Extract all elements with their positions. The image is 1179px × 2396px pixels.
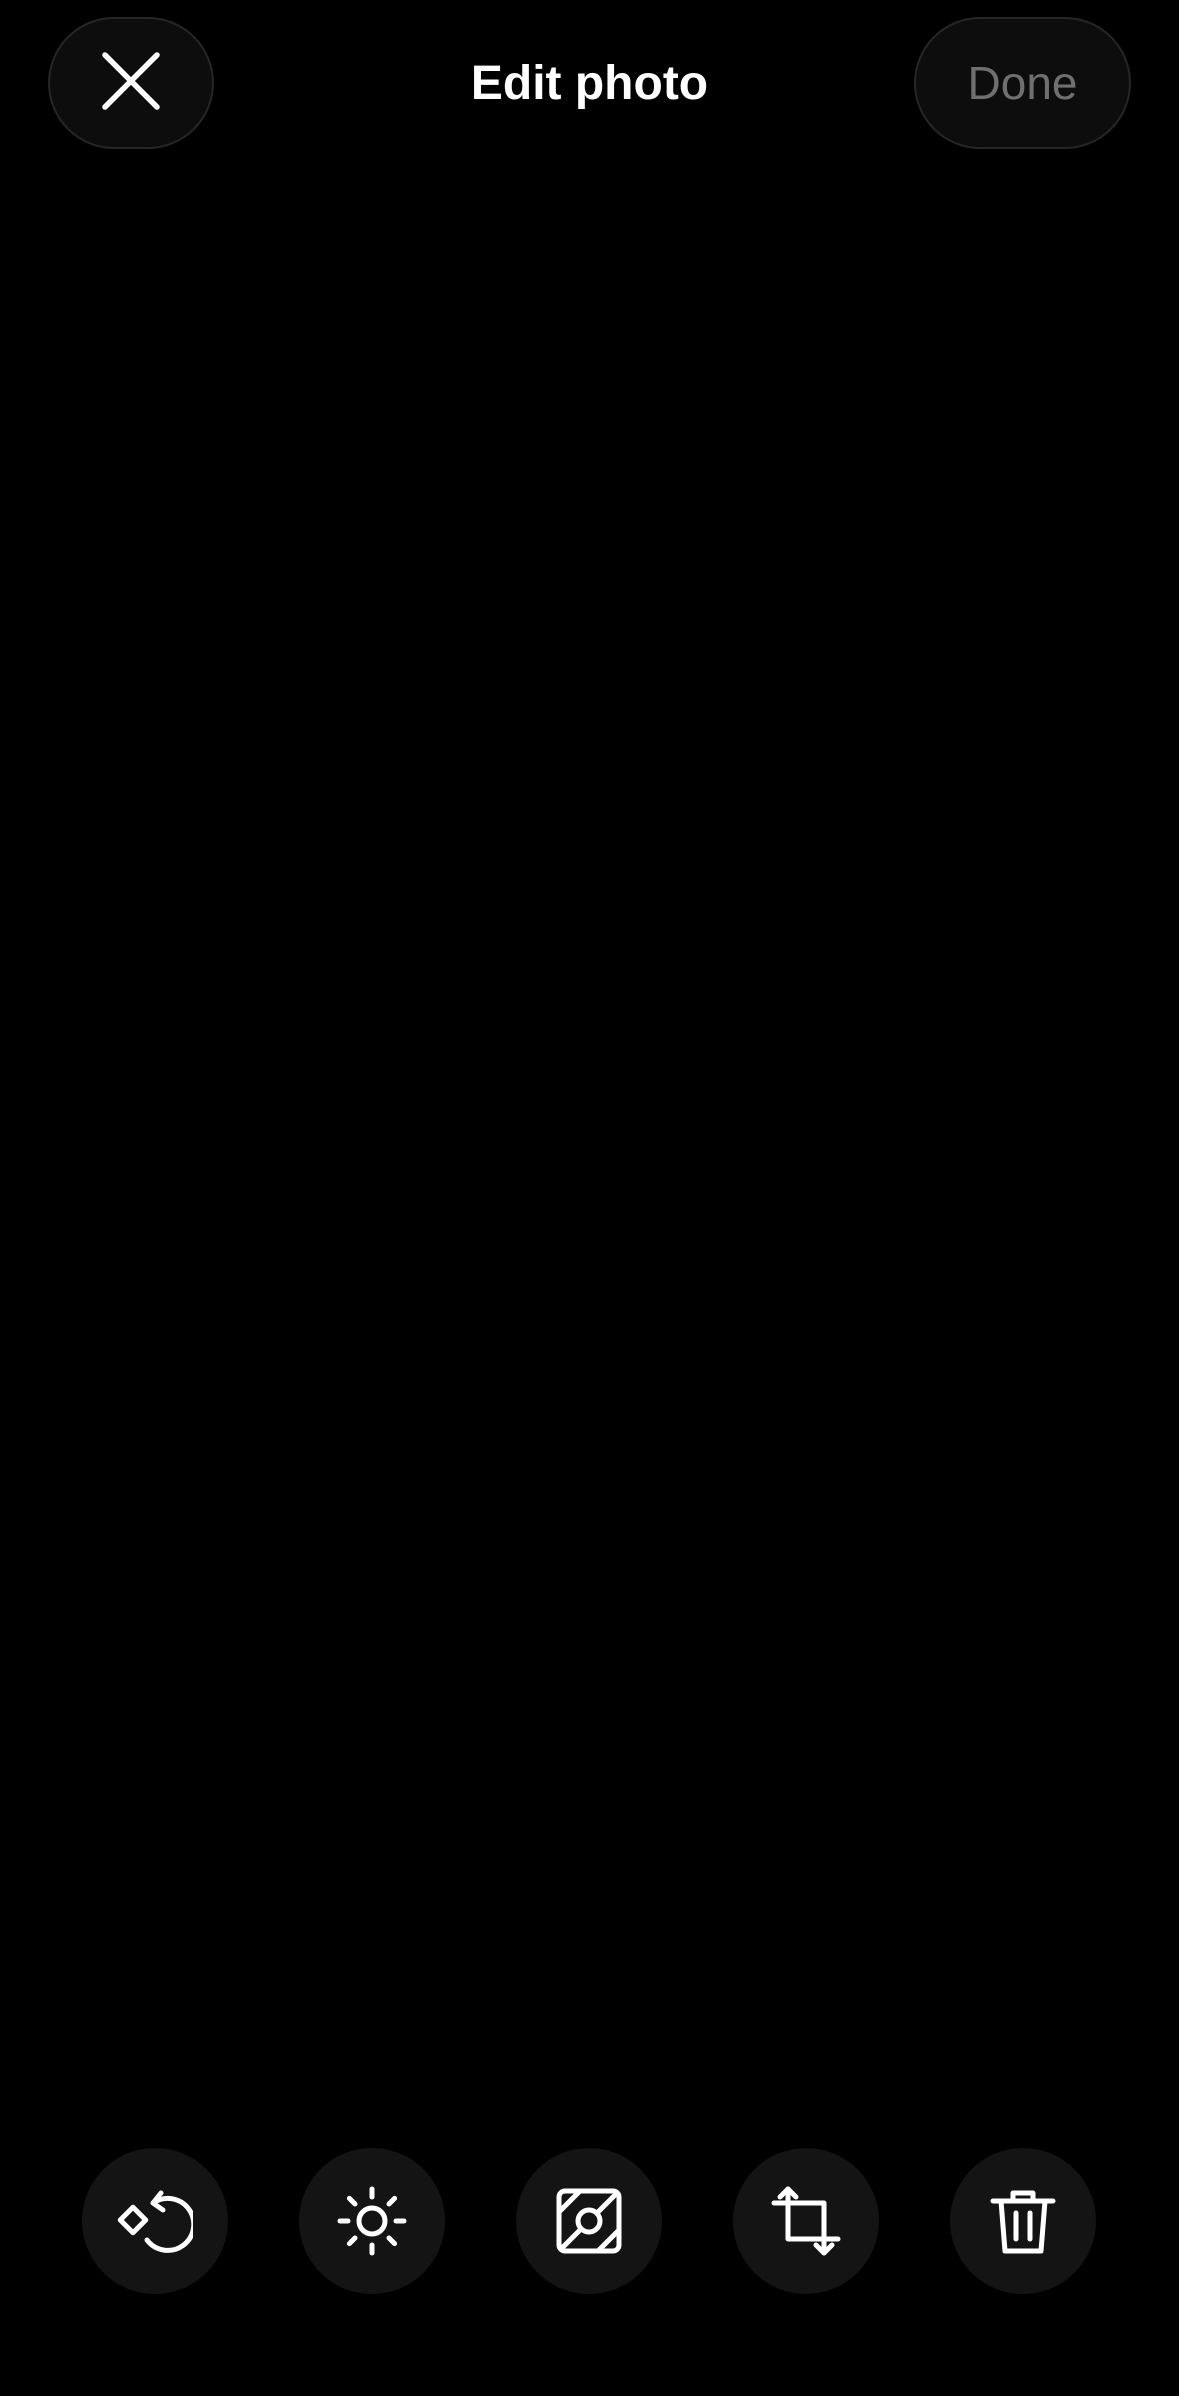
rotate-icon <box>117 2183 193 2259</box>
crop-button[interactable] <box>733 2148 879 2294</box>
filter-button[interactable] <box>516 2148 662 2294</box>
filter-icon <box>551 2183 627 2259</box>
trash-icon <box>985 2183 1061 2259</box>
close-icon <box>101 51 161 116</box>
brightness-icon <box>334 2183 410 2259</box>
done-button[interactable]: Done <box>914 17 1131 149</box>
close-button[interactable] <box>48 17 214 149</box>
delete-button[interactable] <box>950 2148 1096 2294</box>
top-bar: Edit photo Done <box>0 0 1179 170</box>
brightness-button[interactable] <box>299 2148 445 2294</box>
photo-canvas[interactable] <box>0 170 1179 2120</box>
edit-toolbar <box>0 2148 1179 2294</box>
rotate-button[interactable] <box>82 2148 228 2294</box>
edit-photo-screen: Edit photo Done <box>0 0 1179 2396</box>
crop-icon <box>768 2183 844 2259</box>
